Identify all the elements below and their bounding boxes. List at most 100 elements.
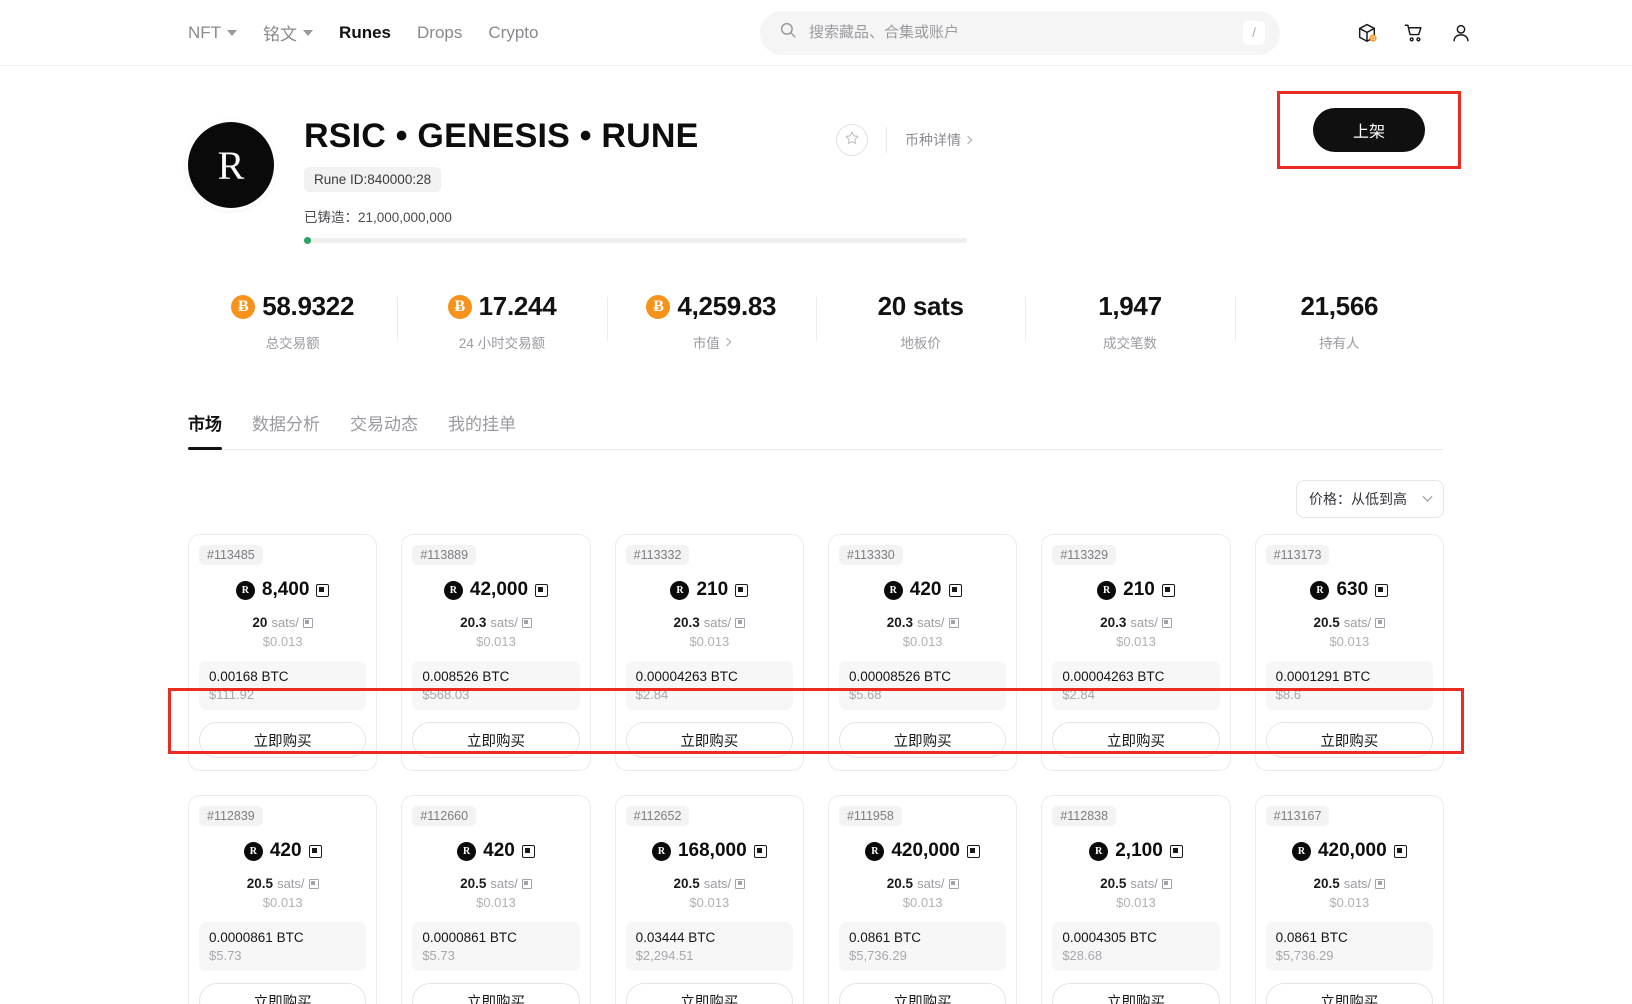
listing-unit-price: 20.5 bbox=[1100, 876, 1126, 891]
listing-unit-usd: $0.013 bbox=[626, 634, 793, 649]
page-content: R RSIC • GENESIS • RUNE Rune ID:840000:2… bbox=[0, 66, 1632, 1004]
nav-item-nft[interactable]: NFT bbox=[188, 23, 237, 43]
rune-icon: R bbox=[244, 842, 263, 861]
listing-unit-price: 20.5 bbox=[1313, 876, 1339, 891]
listing-card[interactable]: #113330R42020.3sats/$0.0130.00008526 BTC… bbox=[828, 534, 1017, 771]
listing-amount-row: R8,400 bbox=[199, 579, 366, 601]
tab-2[interactable]: 交易动态 bbox=[350, 410, 418, 449]
buy-now-button[interactable]: 立即购买 bbox=[1266, 983, 1433, 1004]
bitcoin-icon: Ƀ bbox=[646, 295, 670, 319]
buy-now-button[interactable]: 立即购买 bbox=[199, 722, 366, 758]
cart-icon[interactable] bbox=[1403, 22, 1425, 44]
rune-symbol-icon bbox=[1375, 584, 1388, 597]
tab-1[interactable]: 数据分析 bbox=[252, 410, 320, 449]
listing-total-btc: 0.0000861 BTC bbox=[209, 930, 356, 945]
buy-now-button[interactable]: 立即购买 bbox=[1052, 983, 1219, 1004]
buy-now-button[interactable]: 立即购买 bbox=[199, 983, 366, 1004]
stat-value: 17.244 bbox=[479, 291, 557, 322]
listing-unit-usd: $0.013 bbox=[1266, 895, 1433, 910]
nav-item-铭文[interactable]: 铭文 bbox=[263, 20, 313, 45]
tab-3[interactable]: 我的挂单 bbox=[448, 410, 516, 449]
buy-now-button[interactable]: 立即购买 bbox=[412, 983, 579, 1004]
listing-id: #112839 bbox=[199, 806, 263, 826]
nav-item-crypto[interactable]: Crypto bbox=[488, 23, 538, 43]
add-box-icon[interactable] bbox=[1356, 22, 1378, 44]
collection-header: R RSIC • GENESIS • RUNE Rune ID:840000:2… bbox=[188, 66, 1444, 243]
listing-amount: 8,400 bbox=[262, 579, 310, 601]
buy-now-button[interactable]: 立即购买 bbox=[1052, 722, 1219, 758]
listing-card[interactable]: #113329R21020.3sats/$0.0130.00004263 BTC… bbox=[1041, 534, 1230, 771]
rune-icon: R bbox=[884, 581, 903, 600]
listing-total-usd: $111.92 bbox=[209, 687, 356, 702]
listing-card[interactable]: #112838R2,10020.5sats/$0.0130.0004305 BT… bbox=[1041, 795, 1230, 1004]
buy-now-button[interactable]: 立即购买 bbox=[626, 722, 793, 758]
buy-now-button[interactable]: 立即购买 bbox=[839, 983, 1006, 1004]
search-box[interactable]: / bbox=[760, 11, 1280, 55]
buy-now-button[interactable]: 立即购买 bbox=[1266, 722, 1433, 758]
listing-card[interactable]: #113167R420,00020.5sats/$0.0130.0861 BTC… bbox=[1255, 795, 1444, 1004]
star-icon bbox=[844, 130, 860, 151]
coin-detail-link[interactable]: 币种详情 bbox=[905, 130, 971, 150]
listing-amount: 210 bbox=[696, 579, 728, 601]
stat-value-row: Ƀ58.9322 bbox=[194, 291, 391, 322]
listing-total-price: 0.0000861 BTC $5.73 bbox=[199, 922, 366, 971]
listing-unit-price-row: 20.5sats/ bbox=[839, 876, 1006, 891]
listing-unit-price: 20.3 bbox=[1100, 615, 1126, 630]
search-shortcut-key: / bbox=[1243, 21, 1265, 45]
listing-card[interactable]: #113332R21020.3sats/$0.0130.00004263 BTC… bbox=[615, 534, 804, 771]
listing-total-btc: 0.0861 BTC bbox=[849, 930, 996, 945]
mint-progress-dot bbox=[304, 237, 311, 244]
chevron-right-icon bbox=[723, 338, 731, 346]
listing-unit-label: sats/ bbox=[917, 615, 944, 630]
stat-value: 58.9322 bbox=[262, 291, 354, 322]
listing-unit-label: sats/ bbox=[490, 615, 517, 630]
listing-amount-row: R168,000 bbox=[626, 840, 793, 862]
user-icon[interactable] bbox=[1450, 22, 1472, 44]
collection-stats: Ƀ58.9322总交易额Ƀ17.24424 小时交易额Ƀ4,259.83市值20… bbox=[188, 291, 1444, 352]
search-input[interactable] bbox=[809, 24, 1231, 41]
listing-total-btc: 0.00004263 BTC bbox=[1062, 669, 1209, 684]
nav-item-label: 铭文 bbox=[263, 20, 297, 45]
stat-item: 21,566持有人 bbox=[1235, 291, 1444, 352]
listing-card[interactable]: #112660R42020.5sats/$0.0130.0000861 BTC$… bbox=[401, 795, 590, 1004]
listing-card[interactable]: #112839R42020.5sats/$0.0130.0000861 BTC$… bbox=[188, 795, 377, 1004]
rune-symbol-icon bbox=[303, 618, 313, 628]
listing-card[interactable]: #111958R420,00020.5sats/$0.0130.0861 BTC… bbox=[828, 795, 1017, 1004]
listing-unit-label: sats/ bbox=[917, 876, 944, 891]
listing-unit-price: 20.5 bbox=[673, 876, 699, 891]
stat-label: 成交笔数 bbox=[1103, 332, 1157, 352]
listing-id: #113889 bbox=[412, 545, 476, 565]
listing-total-usd: $5.73 bbox=[209, 948, 356, 963]
listing-total-usd: $8.6 bbox=[1276, 687, 1423, 702]
nav-item-runes[interactable]: Runes bbox=[339, 23, 391, 43]
sort-dropdown[interactable]: 价格：从低到高 bbox=[1296, 480, 1444, 518]
listing-total-usd: $2,294.51 bbox=[636, 948, 783, 963]
listing-total-price: 0.00004263 BTC$2.84 bbox=[626, 661, 793, 710]
listing-total-usd: $5.68 bbox=[849, 687, 996, 702]
list-button[interactable]: 上架 bbox=[1313, 108, 1425, 152]
buy-now-button[interactable]: 立即购买 bbox=[412, 722, 579, 758]
listing-total-btc: 0.0004305 BTC bbox=[1062, 930, 1209, 945]
listing-card[interactable]: #112652R168,00020.5sats/$0.0130.03444 BT… bbox=[615, 795, 804, 1004]
tab-0[interactable]: 市场 bbox=[188, 410, 222, 449]
listing-card[interactable]: #113889R42,00020.3sats/$0.0130.008526 BT… bbox=[401, 534, 590, 771]
stat-label-row[interactable]: 市值 bbox=[613, 332, 810, 352]
rune-symbol-icon bbox=[949, 879, 959, 889]
rune-icon: R bbox=[1089, 842, 1108, 861]
rune-icon: R bbox=[1310, 581, 1329, 600]
search-container: / bbox=[760, 11, 1280, 55]
nav-item-drops[interactable]: Drops bbox=[417, 23, 462, 43]
listing-amount-row: R420,000 bbox=[1266, 840, 1433, 862]
stat-value-row: 21,566 bbox=[1241, 291, 1438, 322]
rune-symbol-icon bbox=[522, 845, 535, 858]
listing-card[interactable]: #113173R63020.5sats/$0.0130.0001291 BTC$… bbox=[1255, 534, 1444, 771]
buy-now-button[interactable]: 立即购买 bbox=[839, 722, 1006, 758]
buy-now-button[interactable]: 立即购买 bbox=[626, 983, 793, 1004]
chevron-down-icon bbox=[303, 30, 313, 36]
listings-grid: #113485R8,40020sats/$0.0130.00168 BTC$11… bbox=[188, 534, 1444, 1004]
rune-symbol-icon bbox=[309, 845, 322, 858]
rune-symbol-icon bbox=[1375, 618, 1385, 628]
listing-card[interactable]: #113485R8,40020sats/$0.0130.00168 BTC$11… bbox=[188, 534, 377, 771]
favorite-button[interactable] bbox=[836, 124, 868, 156]
listing-unit-label: sats/ bbox=[1344, 615, 1371, 630]
